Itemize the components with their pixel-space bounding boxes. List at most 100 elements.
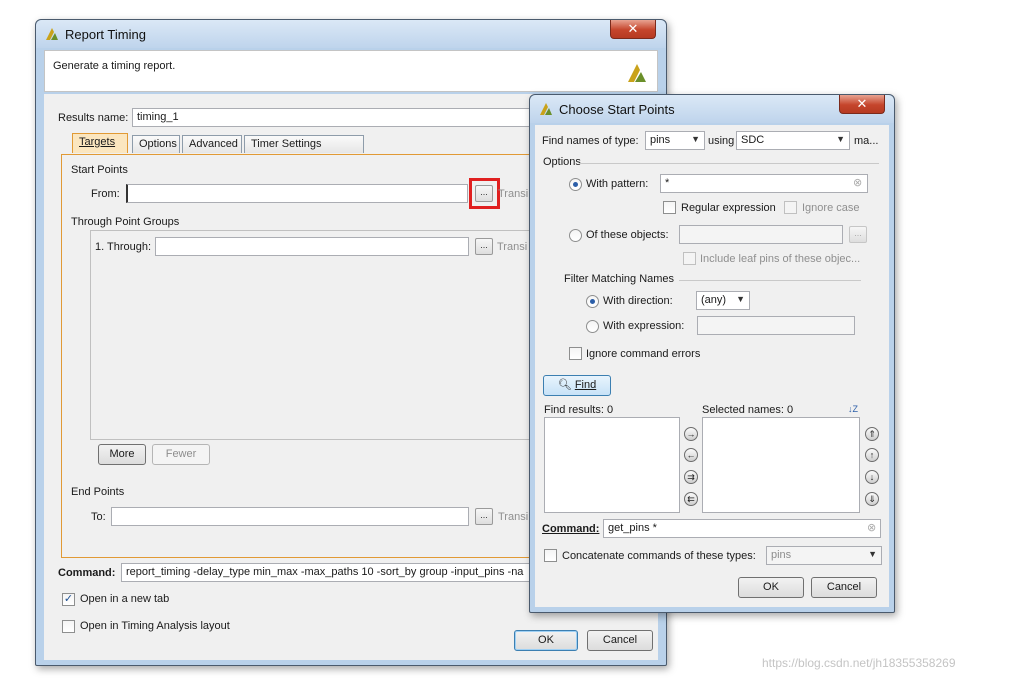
end-points-title: End Points [71, 486, 125, 498]
choose-cancel-label: Cancel [826, 581, 862, 593]
using-select-value: SDC [741, 134, 765, 146]
report-timing-close-button[interactable]: ✕ [610, 20, 656, 39]
more-button[interactable]: More [98, 444, 146, 465]
choose-start-points-titlebar[interactable]: Choose Start Points ✕ [530, 95, 894, 123]
objects-browse-button[interactable]: ... [849, 226, 867, 243]
concatenate-label: Concatenate commands of these types: [562, 550, 756, 562]
of-these-objects-label: Of these objects: [586, 229, 669, 241]
report-ok-label: OK [538, 634, 554, 646]
watermark-text: https://blog.csdn.net/jh18355358269 [762, 656, 956, 670]
results-name-label: Results name: [58, 112, 129, 124]
of-these-objects-radio[interactable] [569, 229, 582, 242]
find-results-list[interactable] [544, 417, 680, 513]
through-browse-button[interactable]: ... [475, 238, 493, 255]
tab-advanced[interactable]: Advanced [182, 135, 242, 153]
remove-left-icon[interactable]: ← [684, 448, 698, 462]
ignore-errors-checkbox[interactable] [569, 347, 582, 360]
include-leaf-pins-checkbox[interactable] [683, 252, 696, 265]
pattern-input[interactable]: * [660, 174, 868, 193]
chevron-down-icon: ▼ [736, 294, 745, 304]
type-select[interactable]: pins ▼ [645, 131, 705, 150]
search-icon: 🔍︎ [557, 379, 572, 391]
report-cancel-button[interactable]: Cancel [587, 630, 653, 651]
tab-strip: Targets Options Advanced Timer Settings [72, 133, 372, 155]
remove-all-left-icon[interactable]: ⇇ [684, 492, 698, 506]
tab-targets[interactable]: Targets [72, 133, 128, 153]
chevron-down-icon: ▼ [868, 549, 877, 559]
move-up-icon[interactable]: ↑ [865, 448, 879, 462]
from-input[interactable] [126, 184, 468, 203]
direction-select[interactable]: (any) ▼ [696, 291, 750, 310]
find-button-label: Find [574, 379, 597, 391]
open-new-tab-label: Open in a new tab [80, 593, 170, 605]
choose-ok-label: OK [763, 581, 779, 593]
objects-input[interactable] [679, 225, 843, 244]
add-right-icon[interactable]: → [684, 427, 698, 441]
choose-close-button[interactable]: ✕ [839, 95, 885, 114]
to-browse-button[interactable]: ... [475, 508, 493, 525]
tab-timer-settings[interactable]: Timer Settings [244, 135, 364, 153]
expression-input[interactable] [697, 316, 855, 335]
find-names-label: Find names of type: [542, 135, 639, 147]
through-input[interactable] [155, 237, 469, 256]
choose-start-points-window: Choose Start Points ✕ Find names of type… [529, 94, 895, 613]
choose-start-points-body: Find names of type: pins ▼ using SDC ▼ m… [535, 125, 889, 607]
to-label: To: [91, 511, 106, 523]
report-ok-button[interactable]: OK [514, 630, 578, 651]
chevron-down-icon: ▼ [691, 134, 700, 144]
clear-pattern-icon[interactable]: ⊗ [853, 176, 862, 189]
with-expression-label: With expression: [603, 320, 685, 332]
using-select[interactable]: SDC ▼ [736, 131, 850, 150]
selected-names-label: Selected names: 0 [702, 404, 794, 416]
concat-type-value: pins [771, 549, 792, 561]
choose-command-field[interactable]: get_pins * [603, 519, 881, 538]
fewer-button-label: Fewer [165, 448, 197, 460]
browse-highlight-box [469, 178, 500, 209]
move-bottom-icon[interactable]: ⇓ [865, 492, 879, 506]
ignore-case-label: Ignore case [802, 202, 860, 214]
open-timing-layout-label: Open in Timing Analysis layout [80, 620, 230, 632]
concat-type-select[interactable]: pins ▼ [766, 546, 882, 565]
clear-command-icon[interactable]: ⊗ [867, 521, 876, 534]
regular-expression-checkbox[interactable] [663, 201, 676, 214]
with-direction-label: With direction: [603, 295, 673, 307]
filter-matching-title: Filter Matching Names [564, 273, 675, 285]
open-timing-layout-checkbox[interactable] [62, 620, 75, 633]
more-button-label: More [109, 448, 135, 460]
tab-options[interactable]: Options [132, 135, 180, 153]
concatenate-checkbox[interactable] [544, 549, 557, 562]
ignore-case-checkbox[interactable] [784, 201, 797, 214]
report-timing-titlebar[interactable]: Report Timing ✕ [36, 20, 666, 48]
choose-ok-button[interactable]: OK [738, 577, 804, 598]
move-top-icon[interactable]: ⇑ [865, 427, 879, 441]
selected-names-list[interactable] [702, 417, 860, 513]
through-groups-title: Through Point Groups [71, 216, 180, 228]
description-text: Generate a timing report. [53, 60, 176, 72]
report-command-label: Command: [58, 567, 116, 579]
filter-separator [679, 280, 861, 281]
chevron-down-icon: ▼ [836, 134, 845, 144]
move-down-icon[interactable]: ↓ [865, 470, 879, 484]
with-direction-radio[interactable] [586, 295, 599, 308]
tab-advanced-label: Advanced [189, 138, 238, 150]
with-pattern-label: With pattern: [586, 178, 649, 190]
add-all-right-icon[interactable]: ⇉ [684, 470, 698, 484]
ignore-errors-label: Ignore command errors [586, 348, 701, 360]
with-expression-radio[interactable] [586, 320, 599, 333]
find-button[interactable]: 🔍︎ Find [543, 375, 611, 396]
find-results-label: Find results: 0 [544, 404, 614, 416]
with-pattern-radio[interactable] [569, 178, 582, 191]
choose-cancel-button[interactable]: Cancel [811, 577, 877, 598]
direction-select-value: (any) [701, 294, 727, 306]
vivado-logo-icon [46, 28, 58, 40]
to-input[interactable] [111, 507, 469, 526]
report-timing-title: Report Timing [65, 27, 146, 42]
open-new-tab-checkbox[interactable]: ✓ [62, 593, 75, 606]
to-transition-label: Transi [498, 511, 529, 523]
options-title: Options [543, 156, 581, 168]
sort-icon[interactable]: ↓Z [848, 404, 858, 414]
report-cancel-label: Cancel [602, 634, 638, 646]
from-transition-label: Transi [498, 188, 529, 200]
fewer-button[interactable]: Fewer [152, 444, 210, 465]
more-options-link[interactable]: ma... [854, 135, 878, 147]
